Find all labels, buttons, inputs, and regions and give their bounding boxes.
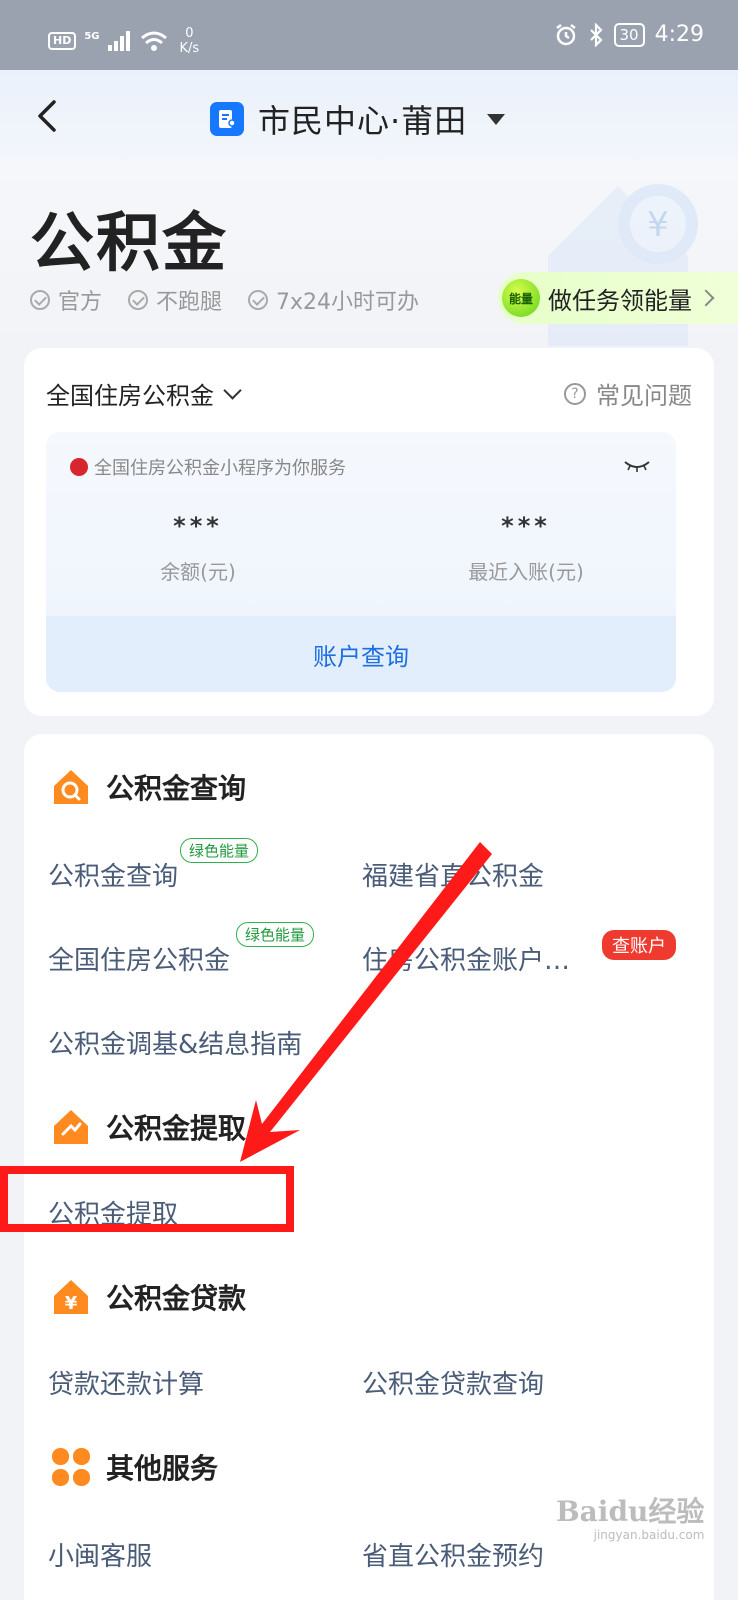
- mini-program-note-text: 全国住房公积金小程序为你服务: [94, 458, 346, 479]
- watermark-main: Baidu经验: [556, 1495, 705, 1528]
- link-fund-withdraw[interactable]: 公积金提取: [48, 1194, 178, 1231]
- energy-task-button[interactable]: 能量 做任务领能量: [498, 272, 738, 324]
- wifi-icon: [140, 31, 167, 51]
- section-title: 其他服务: [106, 1452, 219, 1485]
- nav-title: 市民中心·莆田: [258, 102, 468, 140]
- status-bar: HD 5G 0 K/s 30 4:29: [0, 0, 738, 70]
- tag-label: 官方: [58, 290, 103, 315]
- house-search-icon: [54, 770, 88, 804]
- recent-deposit-label: 最近入账(元): [468, 560, 584, 584]
- clock: 4:29: [654, 22, 704, 47]
- section-title: 公积金贷款: [106, 1282, 247, 1315]
- faq-link[interactable]: ? 常见问题: [564, 376, 692, 411]
- section-query-header: 公积金查询: [50, 766, 246, 808]
- alarm-icon: [555, 23, 576, 45]
- account-summary: 全国住房公积金小程序为你服务 *** 余额(元) *** 最近入账(元) 账户查…: [46, 432, 676, 692]
- section-title: 公积金提取: [106, 1112, 247, 1145]
- svg-text:¥: ¥: [647, 205, 669, 245]
- recent-deposit-value: ***: [501, 512, 551, 540]
- link-national-fund[interactable]: 全国住房公积金: [48, 940, 230, 977]
- grid-petals-icon: [52, 1448, 90, 1486]
- balance-label: 余额(元): [160, 560, 236, 584]
- account-card: 全国住房公积金 ? 常见问题 全国住房公积金小程序为你服务 *** 余额(元) …: [24, 348, 714, 716]
- tag-no-travel: 不跑腿: [128, 284, 222, 316]
- page-title: 公积金: [30, 207, 228, 281]
- tag-label: 不跑腿: [156, 290, 223, 315]
- check-account-badge: 查账户: [602, 930, 676, 960]
- section-other-header: 其他服务: [50, 1446, 218, 1488]
- link-loan-calculator[interactable]: 贷款还款计算: [48, 1364, 204, 1401]
- service-tags: 官方 不跑腿 7x24小时可办: [30, 284, 419, 316]
- services-card: 公积金查询 公积金查询 绿色能量 福建省直公积金 全国住房公积金 绿色能量 住房…: [24, 734, 714, 1600]
- check-circle-icon: [248, 290, 269, 310]
- green-energy-badge: 绿色能量: [180, 838, 259, 863]
- city-selector[interactable]: 市民中心·莆田: [210, 96, 506, 142]
- speed-unit: K/s: [179, 41, 200, 56]
- signal-icon: [107, 31, 130, 51]
- link-appointment[interactable]: 省直公积金预约: [362, 1536, 544, 1573]
- link-fujian-fund[interactable]: 福建省直公积金: [362, 856, 544, 893]
- chevron-right-icon: [697, 289, 715, 307]
- top-navigation: 市民中心·莆田: [0, 70, 738, 162]
- section-title: 公积金查询: [106, 772, 247, 805]
- citizen-center-logo-icon: [210, 102, 244, 136]
- tag-label: 7x24小时可办: [276, 290, 420, 315]
- network-speed: 0 K/s: [180, 26, 200, 56]
- hero-section: ¥ 公积金 官方 不跑腿 7x24小时可办 能量 做任务领能量: [0, 162, 738, 350]
- back-arrow-icon[interactable]: [30, 96, 70, 136]
- house-yuan-icon: ¥: [54, 1280, 88, 1314]
- speed-value: 0: [185, 26, 194, 41]
- question-icon: ?: [564, 382, 586, 405]
- link-customer-service[interactable]: 小闽客服: [48, 1536, 152, 1573]
- network-label: 5G: [84, 30, 100, 42]
- account-query-button[interactable]: 账户查询: [46, 616, 676, 692]
- check-circle-icon: [30, 290, 50, 310]
- energy-ball-icon: 能量: [502, 279, 540, 317]
- tag-24h: 7x24小时可办: [248, 284, 419, 316]
- fund-selector-label: 全国住房公积金: [46, 382, 214, 410]
- link-adjust-guide[interactable]: 公积金调基&结息指南: [48, 1024, 302, 1061]
- link-loan-query[interactable]: 公积金贷款查询: [362, 1364, 544, 1401]
- house-withdraw-icon: [54, 1110, 88, 1144]
- eye-closed-icon[interactable]: [624, 460, 650, 472]
- balance-value: ***: [173, 512, 223, 540]
- battery-indicator: 30: [613, 22, 645, 47]
- link-fund-account[interactable]: 住房公积金账户…: [362, 940, 570, 977]
- chevron-down-icon: [223, 381, 242, 400]
- svg-text:¥: ¥: [65, 1293, 78, 1314]
- hd-indicator: HD: [48, 32, 77, 50]
- section-withdraw-header: 公积金提取: [50, 1106, 246, 1148]
- fund-logo-icon: [70, 458, 88, 476]
- faq-label: 常见问题: [596, 382, 692, 410]
- caret-down-icon: [487, 113, 506, 125]
- energy-task-label: 做任务领能量: [548, 286, 692, 315]
- tag-official: 官方: [30, 284, 102, 316]
- mini-program-note: 全国住房公积金小程序为你服务: [70, 454, 346, 480]
- baidu-watermark: Baidu经验 jingyan.baidu.com: [556, 1490, 704, 1542]
- section-loan-header: ¥ 公积金贷款: [50, 1276, 246, 1318]
- green-energy-badge: 绿色能量: [236, 922, 315, 947]
- fund-selector[interactable]: 全国住房公积金: [46, 376, 242, 411]
- link-fund-query[interactable]: 公积金查询: [48, 856, 178, 893]
- bluetooth-icon: [589, 22, 603, 47]
- watermark-sub: jingyan.baidu.com: [593, 1528, 705, 1542]
- check-circle-icon: [128, 290, 149, 310]
